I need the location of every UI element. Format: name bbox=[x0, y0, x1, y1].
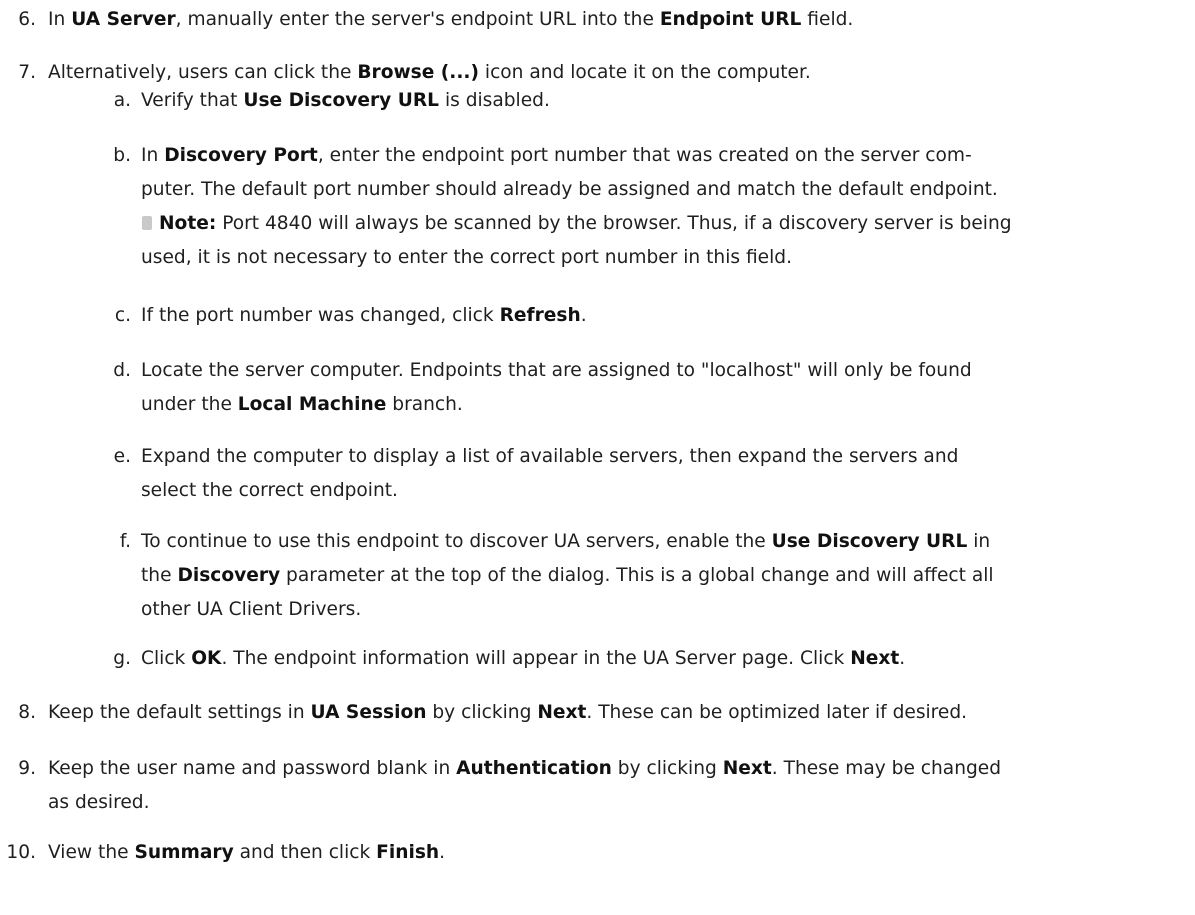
step-text: Keep the default settings in UA Session … bbox=[48, 696, 967, 730]
text-run: is disabled. bbox=[439, 90, 550, 111]
text-run: branch. bbox=[386, 394, 463, 415]
text-run: . bbox=[899, 648, 906, 669]
ui-term-next: Next bbox=[537, 702, 587, 723]
step-number: 6. bbox=[18, 9, 36, 30]
ui-term-discovery-port: Discovery Port bbox=[164, 145, 318, 166]
text-run: In bbox=[48, 9, 72, 30]
ui-term-ok: OK bbox=[191, 648, 222, 669]
ui-term-summary: Summary bbox=[134, 842, 234, 863]
text-line: as desired. bbox=[48, 786, 1001, 820]
text-run: Port 4840 will always be scanned by the … bbox=[216, 213, 1012, 234]
text-line: Locate the server computer. Endpoints th… bbox=[141, 354, 972, 388]
text-run: If the port number was changed, click bbox=[141, 305, 500, 326]
ui-term-discovery: Discovery bbox=[177, 565, 281, 586]
substep-text: Expand the computer to display a list of… bbox=[141, 440, 958, 508]
text-run: under the bbox=[141, 394, 238, 415]
step-number: 9. bbox=[18, 758, 36, 779]
text-run: . These may be changed bbox=[771, 758, 1002, 779]
ui-term-use-discovery-url: Use Discovery URL bbox=[243, 90, 440, 111]
text-run: used, it is not necessary to enter the c… bbox=[141, 247, 792, 268]
text-run: the bbox=[141, 565, 178, 586]
text-run: Expand the computer to display a list of… bbox=[141, 446, 959, 467]
text-line: Expand the computer to display a list of… bbox=[141, 440, 958, 474]
ui-term-refresh: Refresh bbox=[499, 305, 581, 326]
text-run: View the bbox=[48, 842, 135, 863]
text-run: by clicking bbox=[611, 758, 723, 779]
text-run: In bbox=[141, 145, 165, 166]
text-line: Keep the user name and password blank in… bbox=[48, 752, 1001, 786]
text-line: puter. The default port number should al… bbox=[141, 173, 1012, 207]
ui-term-next: Next bbox=[722, 758, 772, 779]
substep-text: In Discovery Port, enter the endpoint po… bbox=[141, 139, 1012, 275]
text-run: icon and locate it on the computer. bbox=[479, 62, 811, 83]
substep-text: If the port number was changed, click Re… bbox=[141, 299, 587, 333]
substep-letter: e. bbox=[113, 446, 131, 467]
ui-term-ua-server: UA Server bbox=[71, 9, 176, 30]
text-run: other UA Client Drivers. bbox=[141, 599, 362, 620]
text-line: In Discovery Port, enter the endpoint po… bbox=[141, 139, 1012, 173]
text-run: Click bbox=[141, 648, 192, 669]
text-line: under the Local Machine branch. bbox=[141, 388, 972, 422]
ui-term-use-discovery-url: Use Discovery URL bbox=[771, 531, 968, 552]
text-run: Locate the server computer. Endpoints th… bbox=[141, 360, 972, 381]
text-run: and then click bbox=[233, 842, 377, 863]
ui-term-ua-session: UA Session bbox=[310, 702, 427, 723]
substep-text: To continue to use this endpoint to disc… bbox=[141, 525, 994, 627]
step-number: 10. bbox=[6, 842, 36, 863]
step-text: In UA Server, manually enter the server'… bbox=[48, 3, 853, 37]
text-run: . These can be optimized later if desire… bbox=[586, 702, 968, 723]
substep-text: Verify that Use Discovery URL is disable… bbox=[141, 84, 550, 118]
text-run: Keep the default settings in bbox=[48, 702, 311, 723]
step-number: 7. bbox=[18, 62, 36, 83]
text-run: in bbox=[967, 531, 991, 552]
ui-term-endpoint-url: Endpoint URL bbox=[659, 9, 802, 30]
ui-term-next: Next bbox=[850, 648, 900, 669]
step-number: 8. bbox=[18, 702, 36, 723]
text-run: To continue to use this endpoint to disc… bbox=[141, 531, 772, 552]
text-run: , manually enter the server's endpoint U… bbox=[175, 9, 660, 30]
ui-term-finish: Finish bbox=[376, 842, 440, 863]
substep-text: Locate the server computer. Endpoints th… bbox=[141, 354, 972, 422]
text-run: Alternatively, users can click the bbox=[48, 62, 358, 83]
text-run: Verify that bbox=[141, 90, 244, 111]
text-run: puter. The default port number should al… bbox=[141, 179, 998, 200]
note-icon bbox=[141, 216, 153, 230]
substep-letter: d. bbox=[113, 360, 131, 381]
step-6: 6. In UA Server, manually enter the serv… bbox=[0, 3, 1195, 37]
substep-letter: c. bbox=[114, 305, 131, 326]
step-text: Keep the user name and password blank in… bbox=[48, 752, 1001, 820]
text-run: Keep the user name and password blank in bbox=[48, 758, 457, 779]
substep-letter: g. bbox=[113, 648, 131, 669]
ui-term-local-machine: Local Machine bbox=[237, 394, 387, 415]
text-run: , enter the endpoint port number that wa… bbox=[317, 145, 972, 166]
text-run: field. bbox=[801, 9, 854, 30]
text-line: the Discovery parameter at the top of th… bbox=[141, 559, 994, 593]
substep-text: Click OK. The endpoint information will … bbox=[141, 642, 905, 676]
text-line: To continue to use this endpoint to disc… bbox=[141, 525, 994, 559]
text-run: by clicking bbox=[426, 702, 538, 723]
text-line: used, it is not necessary to enter the c… bbox=[141, 241, 1012, 275]
note-line: Note: Port 4840 will always be scanned b… bbox=[141, 207, 1012, 241]
note-label: Note: bbox=[159, 213, 217, 234]
substep-letter: a. bbox=[113, 90, 131, 111]
ui-term-authentication: Authentication bbox=[456, 758, 612, 779]
text-run: parameter at the top of the dialog. This… bbox=[280, 565, 994, 586]
text-run: select the correct endpoint. bbox=[141, 480, 398, 501]
substep-letter: f. bbox=[119, 531, 131, 552]
text-run: . bbox=[439, 842, 446, 863]
text-run: . The endpoint information will appear i… bbox=[221, 648, 851, 669]
step-text: View the Summary and then click Finish. bbox=[48, 836, 445, 870]
text-line: select the correct endpoint. bbox=[141, 474, 958, 508]
text-run: as desired. bbox=[48, 792, 150, 813]
text-run: . bbox=[580, 305, 587, 326]
text-line: other UA Client Drivers. bbox=[141, 593, 994, 627]
ui-term-browse: Browse (...) bbox=[357, 62, 479, 83]
substep-letter: b. bbox=[113, 145, 131, 166]
